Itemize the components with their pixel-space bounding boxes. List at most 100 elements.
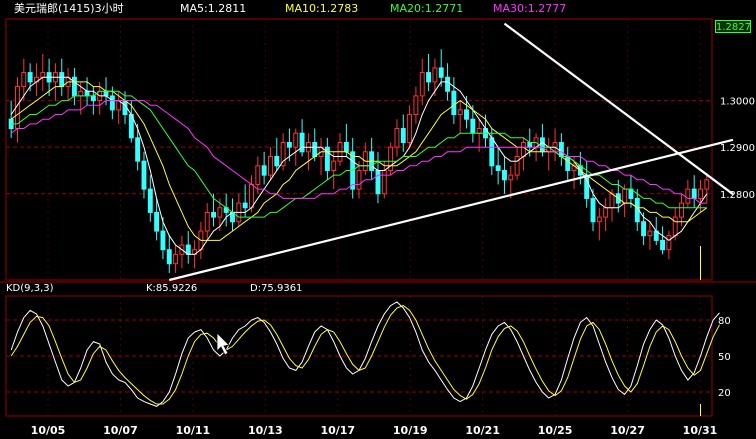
candle-up [432, 67, 438, 83]
candle-down [27, 72, 33, 83]
candle-up [413, 95, 419, 116]
candle-down [590, 197, 596, 223]
ma10-line [10, 81, 708, 241]
candle-up [394, 128, 400, 148]
candle-down [71, 76, 77, 97]
candle-down [299, 132, 305, 153]
k-value: K:85.9226 [146, 283, 198, 294]
candle-down [464, 109, 469, 120]
candle-down [261, 165, 267, 176]
k-line [10, 301, 720, 407]
candle-up [596, 216, 602, 223]
candle-down [160, 230, 166, 251]
candle-down [211, 211, 217, 218]
x-tick-label: 10/27 [610, 424, 645, 437]
candle-up [647, 230, 653, 237]
candle-up [407, 114, 413, 144]
candle-up [331, 160, 337, 171]
candle-down [470, 118, 476, 134]
candle-down [641, 221, 647, 237]
x-tick-label: 10/25 [538, 424, 573, 437]
x-tick-label: 10/11 [176, 424, 211, 437]
candle-up [267, 155, 273, 176]
candle-down [109, 95, 115, 111]
candle-up [609, 193, 615, 209]
last-price-tag: 1.2827 [715, 20, 751, 33]
candle-down [489, 137, 495, 167]
candle-up [698, 188, 703, 199]
d-value: D:75.9361 [250, 283, 303, 294]
candle-up [666, 235, 672, 251]
price-tick-label: 1.3000 [720, 97, 755, 108]
candle-down [286, 142, 292, 148]
kd-tick-label: 20 [718, 388, 731, 399]
candle-down [154, 211, 160, 232]
candle-up [704, 179, 710, 190]
candle-up [514, 155, 520, 176]
x-tick-label: 10/19 [393, 424, 428, 437]
candle-down [660, 239, 666, 251]
candle-up [419, 72, 425, 97]
candle-down [451, 90, 457, 116]
candle-up [280, 142, 286, 167]
candle-down [312, 142, 318, 157]
candle-down [375, 169, 381, 195]
candle-up [520, 142, 526, 157]
candle-up [217, 207, 223, 218]
candle-down [527, 142, 533, 148]
candle-down [274, 155, 280, 167]
candle-down [539, 137, 545, 153]
x-tick-label: 10/07 [103, 424, 138, 437]
kd-tick-label: 50 [718, 352, 731, 363]
x-tick-label: 10/05 [31, 424, 66, 437]
candle-up [552, 142, 558, 148]
price-tick-label: 1.2800 [720, 190, 755, 201]
candle-up [476, 128, 482, 134]
candle-down [242, 202, 248, 209]
candle-up [204, 211, 210, 232]
kd-indicator-name: KD(9,3,3) [6, 283, 54, 294]
candle-down [400, 128, 406, 144]
candle-down [343, 142, 349, 153]
candle-up [293, 132, 299, 148]
candle-up [508, 174, 514, 181]
candle-down [147, 188, 153, 213]
candle-down [90, 95, 96, 102]
candle-up [249, 183, 254, 209]
candle-down [445, 76, 451, 92]
x-tick-label: 10/21 [465, 424, 500, 437]
candle-down [558, 142, 564, 157]
candle-down [565, 155, 571, 171]
price-chart[interactable]: 1.3000 1.2900 1.2800 80 50 20 10/05 10/07 10/11 1… [0, 0, 756, 439]
x-tick-label: 10/13 [248, 424, 283, 437]
candle-down [59, 72, 65, 88]
candle-down [166, 249, 172, 265]
candle-up [457, 109, 463, 116]
candle-up [21, 72, 27, 88]
candle-up [40, 72, 46, 78]
candle-down [141, 160, 147, 190]
candle-down [495, 165, 501, 171]
price-tick-label: 1.2900 [720, 143, 755, 154]
candle-up [679, 202, 685, 218]
support-trendline [169, 138, 734, 282]
candle-up [356, 169, 362, 190]
kd-tick-label: 80 [718, 316, 731, 327]
candle-down [103, 90, 109, 97]
candle-up [622, 188, 628, 204]
candle-up [78, 90, 84, 97]
candle-up [603, 207, 609, 218]
x-tick-label: 10/17 [320, 424, 355, 437]
candle-up [255, 165, 261, 185]
candle-up [672, 216, 678, 237]
candle-down [438, 67, 444, 78]
candle-down [135, 137, 141, 162]
candle-up [173, 253, 179, 265]
candle-up [381, 169, 387, 195]
mouse-cursor-icon [216, 332, 230, 356]
candle-down [84, 90, 90, 97]
x-tick-label: 10/31 [683, 424, 718, 437]
candle-down [426, 72, 432, 83]
candle-down [501, 169, 507, 181]
candle-up [685, 188, 691, 204]
